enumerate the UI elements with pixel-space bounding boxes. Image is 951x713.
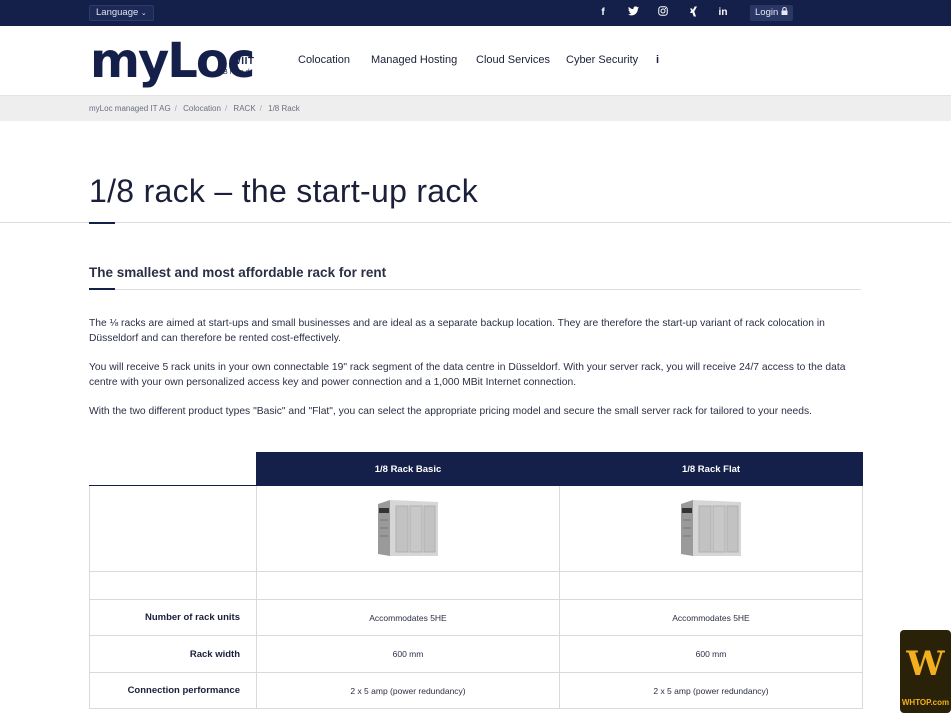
table-cell-value: 600 mm	[256, 635, 560, 673]
page-subtitle: The smallest and most affordable rack fo…	[89, 265, 387, 280]
twitter-icon[interactable]	[626, 6, 640, 20]
language-dropdown[interactable]: Language ⌄	[89, 5, 154, 21]
logo-tag-brand: Brand	[223, 69, 252, 76]
table-row: Number of rack units Accommodates 5HE Ac…	[89, 599, 863, 636]
nav-colocation[interactable]: Colocation	[298, 54, 350, 66]
facebook-icon[interactable]: f	[596, 6, 610, 20]
chevron-down-icon: ⌄	[140, 10, 147, 17]
login-button[interactable]: Login	[750, 5, 793, 21]
table-row: Rack width 600 mm 600 mm	[89, 635, 863, 673]
instagram-icon[interactable]	[656, 6, 670, 20]
table-cell-value: 2 x 5 amp (power redundancy)	[559, 672, 863, 709]
top-bar: Language ⌄ f in Login	[0, 0, 951, 26]
nav-cyber-security[interactable]: Cyber Security	[566, 54, 638, 66]
table-header-row: 1/8 Rack Basic 1/8 Rack Flat	[89, 452, 863, 486]
table-cell-value: 2 x 5 amp (power redundancy)	[256, 672, 560, 709]
breadcrumb: myLoc managed IT AG / Colocation / RACK/ 1…	[89, 104, 300, 113]
breadcrumb-item-colocation[interactable]: Colocation	[183, 104, 221, 113]
breadcrumb-item-current: 1/8 Rack	[268, 104, 300, 113]
main-header: myLoc a WIIT Brand Colocation Managed Ho…	[0, 26, 951, 96]
row-label-rack-units: Number of rack units	[89, 599, 257, 636]
whtop-badge[interactable]: W WHTOP.com	[900, 630, 951, 713]
logo-tag-a: a	[223, 59, 227, 66]
row-label-rack-width: Rack width	[89, 635, 257, 673]
breadcrumb-item-rack[interactable]: RACK	[233, 104, 255, 113]
table-cell-empty	[256, 571, 560, 600]
wiit-brand-tag: a WIIT Brand	[223, 51, 263, 76]
product-types-paragraph: With the two different product types "Ba…	[89, 406, 812, 417]
table-cell-image	[559, 485, 863, 572]
column-header-basic: 1/8 Rack Basic	[256, 452, 560, 486]
linkedin-icon[interactable]: in	[716, 6, 730, 20]
details-paragraph: You will receive 5 rack units in your ow…	[89, 362, 846, 388]
subtitle-accent-bar	[89, 288, 115, 290]
intro-paragraph: The ⅛ racks are aimed at start-ups and s…	[89, 318, 825, 344]
breadcrumb-separator: /	[259, 104, 262, 113]
subtitle-divider	[89, 289, 861, 290]
xing-icon[interactable]	[686, 6, 700, 20]
whtop-badge-text: WHTOP.com	[901, 698, 950, 707]
breadcrumb-bar: myLoc managed IT AG / Colocation / RACK/ 1…	[0, 96, 951, 121]
breadcrumb-separator: /	[174, 104, 177, 113]
info-icon[interactable]: i	[656, 54, 659, 66]
column-header-flat: 1/8 Rack Flat	[559, 452, 863, 486]
table-corner-cell	[89, 452, 257, 486]
table-cell-value: Accommodates 5HE	[256, 599, 560, 636]
rack-comparison-table: 1/8 Rack Basic 1/8 Rack Flat Number of r…	[89, 452, 863, 709]
logo-tag-wiit: WIIT	[231, 56, 255, 67]
title-divider	[0, 222, 951, 223]
login-label: Login	[755, 7, 779, 18]
table-cell-empty	[89, 485, 257, 572]
breadcrumb-separator: /	[224, 104, 228, 113]
lock-icon	[781, 7, 788, 18]
table-row-spacer	[89, 571, 863, 600]
server-rack-image	[376, 498, 440, 558]
table-cell-image	[256, 485, 560, 572]
nav-managed-hosting[interactable]: Managed Hosting	[371, 54, 457, 66]
table-row-images	[89, 485, 863, 572]
table-row: Connection performance 2 x 5 amp (power …	[89, 672, 863, 709]
table-cell-empty	[89, 571, 257, 600]
language-label: Language	[96, 7, 139, 18]
table-cell-value: Accommodates 5HE	[559, 599, 863, 636]
whtop-logo-mark: W	[906, 644, 945, 684]
table-cell-empty	[559, 571, 863, 600]
title-accent-bar	[89, 222, 115, 224]
breadcrumb-item-home[interactable]: myLoc managed IT AG	[89, 104, 171, 113]
row-label-connection-performance: Connection performance	[89, 672, 257, 709]
table-cell-value: 600 mm	[559, 635, 863, 673]
nav-cloud-services[interactable]: Cloud Services	[476, 54, 550, 66]
server-rack-image	[679, 498, 743, 558]
page-title: 1/8 rack – the start-up rack	[89, 173, 479, 209]
